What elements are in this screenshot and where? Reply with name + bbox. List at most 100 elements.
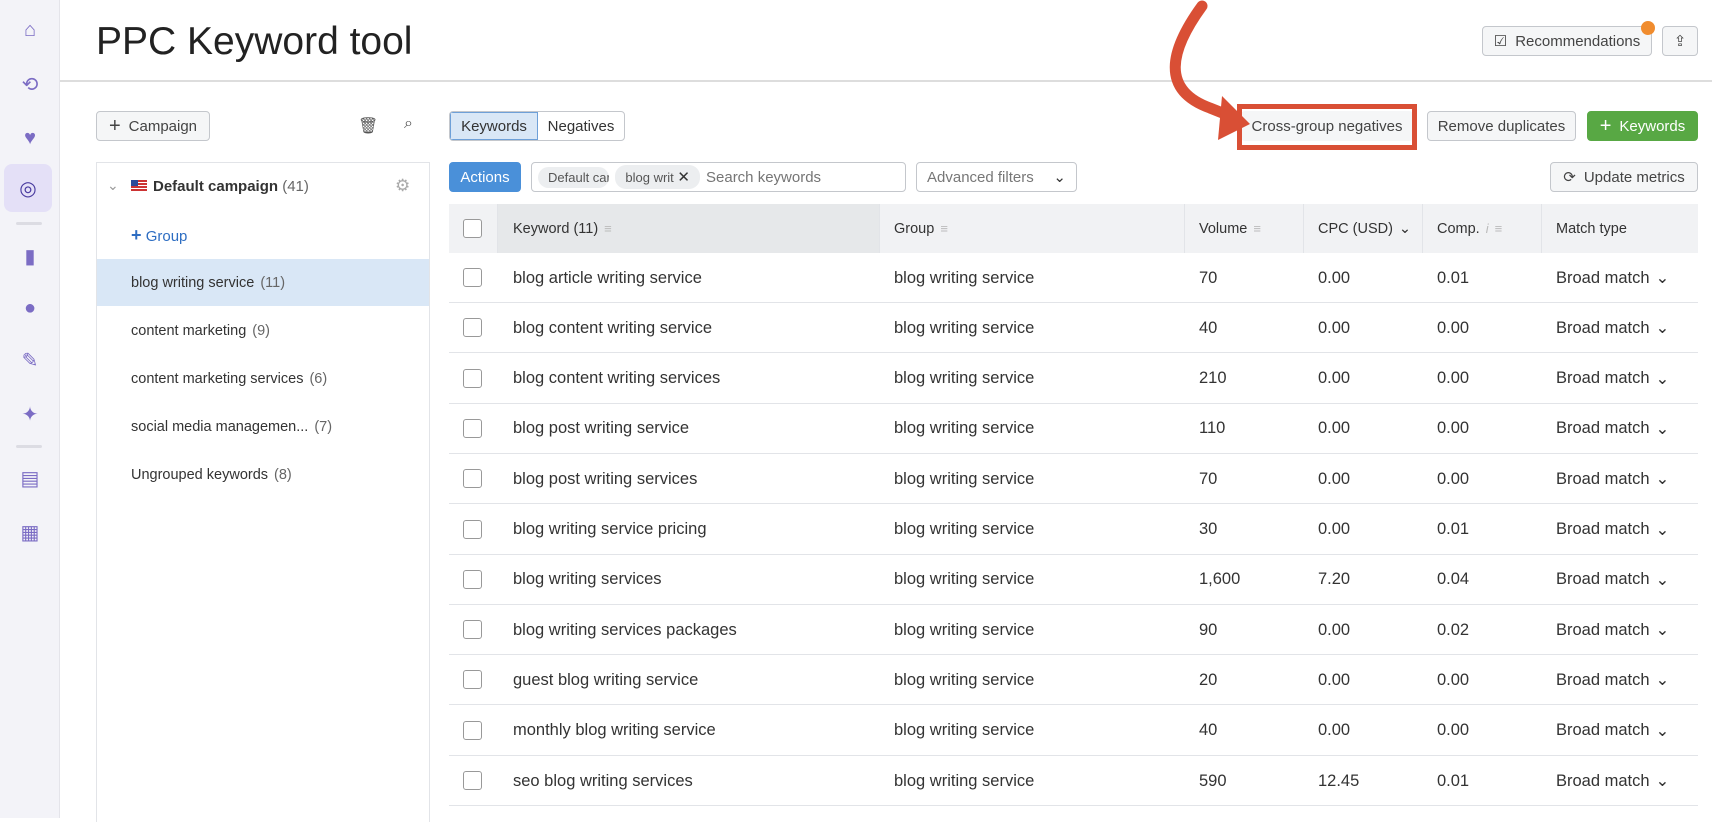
group-item[interactable]: blog writing service (11): [97, 259, 429, 306]
match-type-dropdown[interactable]: Broad match ⌄: [1556, 706, 1669, 756]
close-icon[interactable]: ✕: [677, 169, 690, 186]
row-checkbox[interactable]: [463, 418, 482, 438]
match-type-dropdown[interactable]: Broad match ⌄: [1556, 303, 1669, 353]
table-row: guest blog writing service blog writing s…: [449, 655, 1698, 706]
group-cell: blog writing service: [894, 721, 1035, 740]
table-row: blog post writing services blog writing s…: [449, 454, 1698, 505]
column-header-cpc[interactable]: CPC (USD) ⌄: [1304, 204, 1423, 253]
campaign-name[interactable]: Default campaign (41): [153, 178, 309, 195]
document-icon[interactable]: ▤: [14, 462, 46, 494]
page-title: PPC Keyword tool: [96, 20, 413, 63]
row-checkbox[interactable]: [463, 620, 482, 640]
match-type-dropdown[interactable]: Broad match ⌄: [1556, 404, 1669, 454]
export-button[interactable]: ⇪: [1662, 26, 1698, 56]
group-cell: blog writing service: [894, 670, 1035, 689]
info-icon[interactable]: i: [1486, 221, 1489, 236]
chevron-down-icon: ⌄: [1655, 721, 1670, 740]
row-checkbox[interactable]: [463, 720, 482, 740]
sort-icon: ≡: [1253, 221, 1261, 236]
cpc-cell: 0.00: [1318, 268, 1351, 287]
table-row: blog writing services blog writing servic…: [449, 555, 1698, 605]
row-checkbox[interactable]: [463, 771, 482, 790]
advanced-filters-dropdown[interactable]: Advanced filters ⌄: [916, 162, 1077, 192]
group-cell: blog writing service: [894, 570, 1035, 589]
comp-cell: 0.02: [1437, 620, 1470, 639]
chevron-down-icon[interactable]: ⌄: [107, 177, 119, 194]
add-keywords-button[interactable]: + Keywords: [1587, 111, 1698, 141]
cpc-cell: 0.00: [1318, 369, 1351, 388]
comp-cell: 0.00: [1437, 419, 1470, 438]
column-header-group[interactable]: Group ≡: [880, 204, 1185, 253]
comp-cell: 0.00: [1437, 369, 1470, 388]
volume-cell: 1,600: [1199, 570, 1241, 589]
select-all-checkbox[interactable]: [463, 219, 482, 238]
row-checkbox[interactable]: [463, 268, 482, 287]
keyword-cell: blog post writing services: [513, 469, 698, 488]
tab-negatives[interactable]: Negatives: [538, 112, 624, 140]
match-type-dropdown[interactable]: Broad match ⌄: [1556, 454, 1669, 504]
home-icon[interactable]: ⌂: [14, 14, 46, 46]
column-header-comp[interactable]: Comp. i ≡: [1423, 204, 1542, 253]
group-item[interactable]: Ungrouped keywords (8): [97, 451, 429, 498]
sort-icon: ≡: [940, 221, 948, 236]
location-pin-icon[interactable]: ●: [14, 292, 46, 324]
group-item[interactable]: content marketing (9): [97, 307, 429, 354]
bar-chart-icon[interactable]: ▮: [14, 240, 46, 272]
column-header-keyword[interactable]: Keyword (11) ≡: [498, 204, 880, 253]
heart-chat-icon[interactable]: ♥: [14, 122, 46, 154]
match-type-dropdown[interactable]: Broad match ⌄: [1556, 354, 1669, 404]
group-item[interactable]: social media managemen... (7): [97, 403, 429, 450]
add-group-button[interactable]: + Group: [131, 225, 187, 246]
divider: [16, 445, 42, 448]
keyword-filter-input[interactable]: Default campa blog writ ✕: [531, 162, 906, 192]
table-row: blog writing services packages blog writi…: [449, 605, 1698, 656]
actions-button[interactable]: Actions: [449, 162, 521, 192]
match-type-dropdown[interactable]: Broad match ⌄: [1556, 756, 1669, 806]
search-input[interactable]: [706, 168, 905, 186]
filter-chip[interactable]: blog writ ✕: [615, 165, 700, 189]
header-divider: [60, 80, 1712, 82]
seo-search-icon[interactable]: ⟲: [14, 68, 46, 100]
tab-keywords[interactable]: Keywords: [450, 112, 538, 140]
group-cell: blog writing service: [894, 520, 1035, 538]
chevron-down-icon: ⌄: [1655, 419, 1670, 438]
recommendations-button[interactable]: ☑ Recommendations: [1482, 26, 1652, 56]
match-type-dropdown[interactable]: Broad match ⌄: [1556, 605, 1669, 655]
row-checkbox[interactable]: [463, 519, 482, 539]
plus-icon: +: [1599, 114, 1612, 137]
group-item[interactable]: content marketing services (6): [97, 355, 429, 402]
row-checkbox[interactable]: [463, 368, 482, 388]
match-type-dropdown[interactable]: Broad match ⌄: [1556, 655, 1669, 705]
pencil-icon[interactable]: ✎: [14, 344, 46, 376]
filter-chip[interactable]: Default campa: [538, 166, 610, 188]
match-type-dropdown[interactable]: Broad match ⌄: [1556, 555, 1669, 605]
row-checkbox[interactable]: [463, 569, 482, 589]
notification-dot: [1641, 21, 1655, 35]
match-type-dropdown[interactable]: Broad match ⌄: [1556, 253, 1669, 303]
search-icon[interactable]: ⌕: [404, 115, 413, 133]
ppc-target-icon[interactable]: ◎: [4, 164, 52, 212]
gear-icon[interactable]: ⚙: [395, 176, 410, 196]
trash-icon[interactable]: 🗑: [358, 116, 378, 136]
group-cell: blog writing service: [894, 469, 1035, 488]
table-row: blog content writing service blog writing…: [449, 303, 1698, 354]
remove-duplicates-button[interactable]: Remove duplicates: [1427, 111, 1576, 141]
comp-cell: 0.00: [1437, 721, 1470, 740]
keyword-cell: blog article writing service: [513, 268, 702, 287]
row-checkbox[interactable]: [463, 469, 482, 489]
row-checkbox[interactable]: [463, 670, 482, 690]
table-row: blog post writing service blog writing se…: [449, 404, 1698, 454]
group-cell: blog writing service: [894, 419, 1035, 438]
sparkle-trend-icon[interactable]: ✦: [14, 398, 46, 430]
column-header-volume[interactable]: Volume ≡: [1185, 204, 1304, 253]
match-type-dropdown[interactable]: Broad match ⌄: [1556, 505, 1669, 555]
chevron-down-icon: ⌄: [1655, 470, 1670, 489]
keyword-cell: blog writing services: [513, 570, 662, 589]
update-metrics-button[interactable]: ⟳ Update metrics: [1550, 162, 1698, 192]
cpc-cell: 0.00: [1318, 721, 1351, 740]
checklist-icon: ☑: [1493, 33, 1508, 50]
row-checkbox[interactable]: [463, 318, 482, 338]
volume-cell: 210: [1199, 369, 1227, 388]
add-campaign-button[interactable]: + Campaign: [96, 111, 210, 141]
apps-grid-icon[interactable]: ▦: [14, 516, 46, 548]
